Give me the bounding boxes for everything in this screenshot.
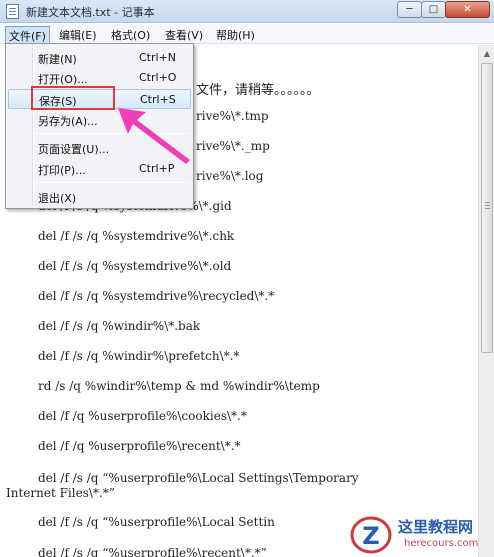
save-highlight-box (31, 86, 115, 110)
watermark-logo-icon: Z (350, 516, 392, 554)
menu-separator (36, 133, 188, 134)
menu-view[interactable]: 查看(V) (162, 26, 206, 44)
menu-item-label: 退出(X) (38, 192, 77, 205)
menu-item-label: 打开(O)... (38, 73, 88, 86)
title-bar[interactable]: 新建文本文档.txt - 记事本 ─ □ ✕ (0, 0, 494, 23)
menu-help[interactable]: 帮助(H) (213, 26, 258, 44)
text-line: del /f /s /q %systemdrive%\*.old (38, 259, 232, 273)
text-line: rive%\*.log (196, 169, 264, 183)
minimize-button[interactable]: ─ (397, 1, 422, 18)
menu-item-shortcut: Ctrl+O (139, 71, 177, 84)
menu-item-new[interactable]: 新建(N) Ctrl+N (8, 48, 191, 68)
menu-format[interactable]: 格式(O) (108, 26, 153, 44)
text-line: rive%\*.tmp (196, 109, 269, 123)
menu-item-page-setup[interactable]: 页面设置(U)... (8, 138, 191, 158)
menu-edit[interactable]: 编辑(E) (56, 26, 100, 44)
text-line: del /f /s /q %windir%\prefetch\*.* (38, 349, 240, 363)
menu-item-shortcut: Ctrl+P (139, 162, 175, 175)
text-line: del /f /s /q %windir%\*.bak (38, 319, 201, 333)
menu-item-label: 另存为(A)... (38, 115, 98, 128)
text-line: del /f /q %userprofile%\cookies\*.* (38, 409, 247, 423)
text-line: del /f /s /q %systemdrive%\*.chk (38, 229, 235, 243)
menu-bar: 文件(F) 编辑(E) 格式(O) 查看(V) 帮助(H) (0, 24, 494, 46)
file-menu-dropdown: 新建(N) Ctrl+N 打开(O)... Ctrl+O 保存(S) Ctrl+… (5, 43, 194, 209)
text-line: del /f /q %userprofile%\recent\*.* (38, 439, 241, 453)
text-line: Internet Files\*.*” (6, 486, 115, 500)
text-line: rd /s /q %windir%\temp & md %windir%\tem… (38, 379, 320, 393)
maximize-button[interactable]: □ (421, 1, 446, 18)
vertical-scrollbar[interactable]: ▲ (478, 45, 494, 557)
watermark-name: 这里教程网 (398, 518, 474, 536)
text-line: del /f /s /q “%userprofile%\Local Settin… (38, 471, 359, 485)
menu-item-shortcut: Ctrl+S (140, 93, 176, 106)
menu-item-exit[interactable]: 退出(X) (8, 187, 191, 207)
menu-item-save-as[interactable]: 另存为(A)... (8, 110, 191, 130)
menu-item-open[interactable]: 打开(O)... Ctrl+O (8, 68, 191, 88)
menu-item-shortcut: Ctrl+N (139, 51, 177, 64)
watermark-url: herecours.com (404, 538, 479, 549)
text-line: del /f /s /q “%userprofile%\Local Settin (38, 515, 275, 529)
menu-item-print[interactable]: 打印(P)... Ctrl+P (8, 159, 191, 179)
close-button[interactable]: ✕ (445, 1, 490, 18)
text-line: 文件，请稍等。。。。。。 (196, 83, 320, 98)
svg-text:Z: Z (362, 522, 379, 550)
grip-icon (485, 202, 490, 203)
menu-separator (36, 182, 188, 183)
window-title: 新建文本文档.txt - 记事本 (26, 6, 155, 19)
menu-item-label: 页面设置(U)... (38, 143, 110, 156)
menu-item-label: 新建(N) (38, 53, 77, 66)
notepad-icon (6, 4, 19, 19)
text-line: rive%\*._mp (196, 139, 270, 153)
text-line: del /f /s /q “%userprofile%\recent\*.*” (38, 546, 267, 557)
scroll-up-icon[interactable]: ▲ (482, 49, 492, 59)
menu-item-label: 打印(P)... (38, 164, 86, 177)
text-line: del /f /s /q %systemdrive%\recycled\*.* (38, 289, 275, 303)
scroll-thumb[interactable] (481, 63, 493, 353)
